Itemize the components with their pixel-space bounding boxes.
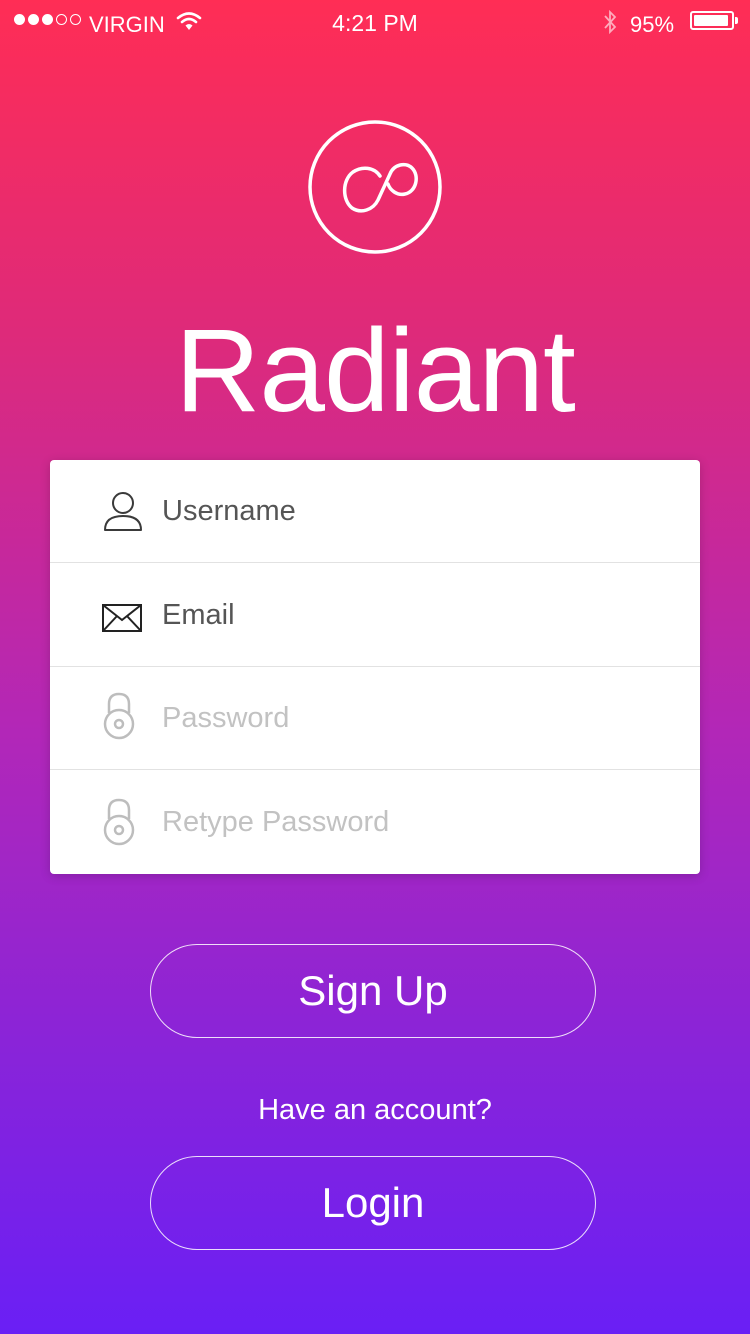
- user-icon: [102, 490, 144, 537]
- username-input[interactable]: [162, 460, 662, 562]
- email-field-row: [50, 564, 700, 667]
- email-input[interactable]: [162, 564, 662, 666]
- have-account-text: Have an account?: [258, 1094, 492, 1126]
- sign-up-button[interactable]: Sign Up: [150, 944, 596, 1038]
- battery-tip: [735, 17, 738, 24]
- app-title: Radiant: [175, 305, 576, 437]
- lock-icon: [102, 691, 136, 746]
- retype-password-field-row: [50, 771, 700, 874]
- battery-percent: 95%: [630, 12, 675, 37]
- lock-icon: [102, 797, 136, 852]
- status-bar: VIRGIN 4:21 PM 95%: [0, 0, 750, 48]
- signup-form: [50, 460, 700, 874]
- login-button[interactable]: Login: [150, 1156, 596, 1250]
- retype-password-input[interactable]: [162, 771, 662, 874]
- link-loop-icon: [308, 120, 442, 254]
- password-input[interactable]: [162, 667, 662, 769]
- envelope-icon: [102, 604, 142, 637]
- password-field-row: [50, 667, 700, 770]
- battery-icon: [690, 11, 734, 30]
- bluetooth-icon: [601, 8, 619, 42]
- username-field-row: [50, 460, 700, 563]
